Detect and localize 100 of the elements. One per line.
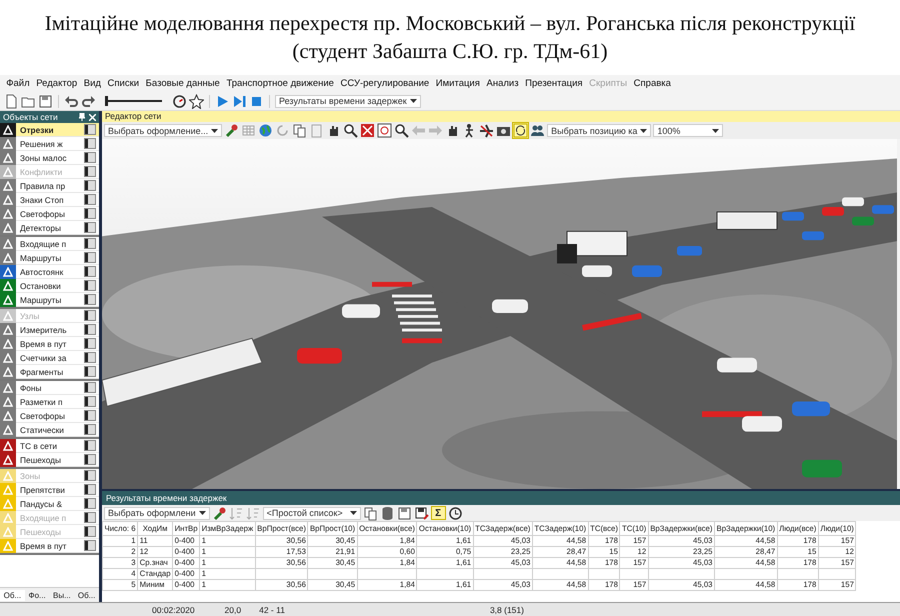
- zoom-dropdown[interactable]: 100%: [653, 124, 724, 137]
- style-swatch: [84, 124, 96, 135]
- object-type-icon[interactable]: [0, 452, 16, 466]
- object-list-item[interactable]: Светофоры: [0, 207, 99, 221]
- speed-slider-thumb[interactable]: [105, 96, 108, 106]
- style-swatch: [84, 222, 96, 233]
- menu-item[interactable]: Вид: [80, 78, 104, 89]
- object-list-item[interactable]: Фрагменты: [0, 365, 99, 379]
- style-swatch: [84, 424, 96, 435]
- object-list-item[interactable]: Входящие п: [0, 237, 99, 251]
- zoom-icon[interactable]: [394, 123, 410, 138]
- object-list-item[interactable]: Счетчики за: [0, 351, 99, 365]
- camera-dropdown[interactable]: Выбрать позицию ка: [547, 124, 652, 137]
- object-list-item[interactable]: Маршруты: [0, 251, 99, 265]
- status-field: 42 - 11: [259, 604, 285, 614]
- object-label: Фоны: [19, 382, 42, 392]
- style-swatch: [84, 208, 96, 219]
- object-list-item[interactable]: Светофоры: [0, 409, 99, 423]
- target-icon[interactable]: [377, 123, 392, 138]
- copy-icon[interactable]: [362, 506, 378, 520]
- object-label: Отрезки: [19, 124, 55, 134]
- step-icon[interactable]: [232, 94, 247, 108]
- gauge-icon[interactable]: [172, 94, 187, 108]
- object-list-item[interactable]: Решения ж: [0, 137, 99, 151]
- fit-icon[interactable]: [360, 123, 376, 138]
- object-label: Знаки Стоп: [19, 194, 65, 204]
- object-list-item[interactable]: Разметки п: [0, 395, 99, 409]
- pin-icon[interactable]: [79, 113, 85, 121]
- style-swatch: [84, 410, 96, 421]
- object-list-item[interactable]: Знаки Стоп: [0, 193, 99, 207]
- style-swatch: [84, 138, 96, 149]
- copy-icon[interactable]: [292, 123, 308, 138]
- menu-item[interactable]: Презентация: [522, 78, 586, 89]
- people-icon[interactable]: [530, 123, 546, 138]
- style-swatch: [84, 266, 96, 277]
- object-list-item[interactable]: Измеритель: [0, 323, 99, 337]
- globe-icon[interactable]: [258, 123, 274, 138]
- object-list-item[interactable]: Детекторы: [0, 221, 99, 235]
- object-type-icon[interactable]: [0, 136, 16, 150]
- style-swatch: [84, 238, 96, 249]
- style-swatch: [84, 526, 96, 537]
- style-swatch: [84, 180, 96, 191]
- slide-title: Імітаційне моделювання перехрестя пр. Московський – вул. Роганська після реконструкції (студент Забашта С.Ю. гр. ТДм-61): [44, 10, 856, 65]
- object-list-item[interactable]: Статически: [0, 423, 99, 437]
- object-list-item[interactable]: Отрезки: [0, 123, 99, 137]
- sum-button[interactable]: Σ: [430, 506, 446, 520]
- object-list-item[interactable]: ТС в сети: [0, 439, 99, 453]
- wrench-icon[interactable]: [212, 506, 227, 520]
- menu-item[interactable]: Анализ: [483, 78, 522, 89]
- panel-tab[interactable]: Фо...: [24, 590, 50, 600]
- close-icon[interactable]: [89, 114, 96, 120]
- object-list-item[interactable]: Время в пут: [0, 539, 99, 553]
- menu-item[interactable]: ССУ-регулирование: [337, 78, 432, 89]
- panel-tab[interactable]: Об...: [74, 590, 99, 600]
- object-type-icon[interactable]: [0, 438, 16, 452]
- menu-item[interactable]: Транспортное движение: [223, 78, 338, 89]
- menu-item[interactable]: Списки: [104, 78, 142, 89]
- menu-item[interactable]: Файл: [3, 78, 33, 89]
- style-dropdown[interactable]: Выбрать оформление...: [104, 124, 222, 137]
- object-label: Время в пут: [19, 540, 68, 550]
- menu-item[interactable]: Редактор: [32, 78, 80, 89]
- evaluation-dropdown[interactable]: Результаты времени задержек: [275, 94, 421, 108]
- object-label: Входящие п: [19, 238, 68, 248]
- panel-tab[interactable]: Вы...: [50, 590, 74, 600]
- caret-icon: [410, 99, 417, 103]
- save-icon[interactable]: [396, 506, 412, 520]
- list-dropdown[interactable]: <Простой список>: [262, 506, 361, 520]
- object-list-item[interactable]: Остановки: [0, 279, 99, 293]
- object-list-item[interactable]: Препятстви: [0, 483, 99, 497]
- save-as-icon[interactable]: [414, 506, 429, 520]
- undo-icon[interactable]: [64, 94, 79, 108]
- zoom-icon[interactable]: [343, 123, 358, 138]
- caret-icon: [198, 511, 206, 515]
- object-list-item[interactable]: Правила пр: [0, 179, 99, 193]
- style-dropdown[interactable]: Выбрать оформлени: [104, 506, 210, 520]
- object-list-item[interactable]: Пандусы &: [0, 497, 99, 511]
- object-list-item[interactable]: Пешеходы: [0, 453, 99, 467]
- sync-icon[interactable]: [513, 123, 528, 138]
- object-label: Разметки п: [19, 396, 64, 406]
- panel-tab[interactable]: Об...: [0, 590, 25, 600]
- object-label: Маршруты: [19, 294, 62, 304]
- style-swatch: [84, 396, 96, 407]
- object-list-item[interactable]: Маршруты: [0, 293, 99, 307]
- object-list-item[interactable]: Фоны: [0, 381, 99, 395]
- object-label: Решения ж: [19, 138, 64, 148]
- redo-icon[interactable]: [81, 94, 96, 108]
- history-icon[interactable]: [448, 506, 463, 520]
- menu-item[interactable]: Справка: [630, 78, 674, 89]
- object-type-icon[interactable]: [0, 122, 16, 136]
- object-list-item[interactable]: Время в пут: [0, 337, 99, 351]
- menu-item[interactable]: Базовые данные: [142, 78, 224, 89]
- menu-item[interactable]: Имитация: [432, 78, 484, 89]
- object-list-item[interactable]: Автостоянк: [0, 265, 99, 279]
- object-list-item[interactable]: Зоны малос: [0, 151, 99, 165]
- wrench-icon[interactable]: [224, 123, 240, 138]
- save-icon[interactable]: [38, 94, 53, 108]
- speed-slider[interactable]: [106, 96, 162, 106]
- star-icon[interactable]: [189, 94, 204, 108]
- database-icon[interactable]: [380, 506, 395, 520]
- object-label: Препятстви: [19, 484, 66, 494]
